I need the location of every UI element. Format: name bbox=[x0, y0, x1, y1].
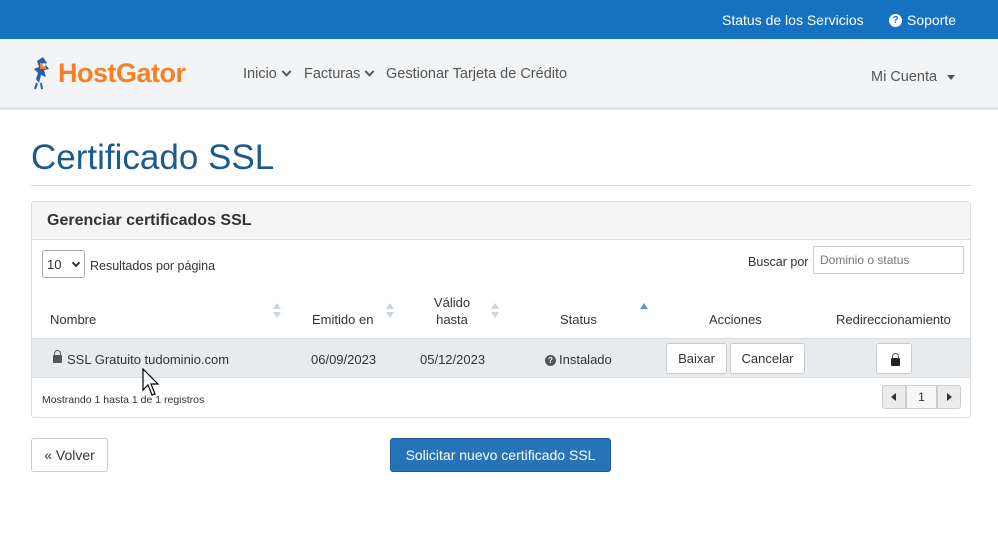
support-label: Soporte bbox=[907, 12, 957, 28]
download-button[interactable]: Baixar bbox=[666, 343, 727, 374]
support-link[interactable]: ? Soporte bbox=[889, 12, 956, 28]
sort-icon[interactable] bbox=[491, 303, 499, 319]
column-header-status[interactable]: Status bbox=[560, 312, 597, 327]
cancel-button[interactable]: Cancelar bbox=[730, 343, 805, 374]
page-title: Certificado SSL bbox=[31, 138, 275, 177]
nav-facturas-label: Facturas bbox=[304, 66, 361, 82]
caret-right-icon bbox=[947, 393, 952, 401]
main-navbar: HostGator Inicio Facturas Gestionar Tarj… bbox=[0, 39, 998, 110]
sort-ascending-icon[interactable] bbox=[640, 303, 648, 309]
column-header-nombre[interactable]: Nombre bbox=[50, 312, 96, 327]
account-menu[interactable]: Mi Cuenta bbox=[871, 69, 956, 85]
ssl-panel: Gerenciar certificados SSL 10 Resultados… bbox=[31, 201, 971, 418]
mouse-cursor-icon bbox=[142, 368, 160, 396]
caret-left-icon bbox=[891, 393, 896, 401]
page-length-value: 10 bbox=[47, 257, 62, 272]
pagination-next[interactable] bbox=[937, 385, 961, 409]
table-info: Mostrando 1 hasta 1 de 1 registros bbox=[42, 394, 205, 406]
title-divider bbox=[31, 185, 971, 186]
table-row: SSL Gratuito tudominio.com 06/09/2023 05… bbox=[32, 338, 970, 378]
nav-gestionar-tarjeta[interactable]: Gestionar Tarjeta de Crédito bbox=[386, 66, 567, 82]
nav-tarjeta-label: Gestionar Tarjeta de Crédito bbox=[386, 66, 568, 82]
gator-mascot-icon bbox=[34, 57, 49, 90]
column-header-acciones: Acciones bbox=[709, 312, 762, 327]
pagination-prev[interactable] bbox=[882, 385, 906, 409]
column-header-emitido[interactable]: Emitido en bbox=[312, 312, 373, 327]
column-header-valido-line2: hasta bbox=[436, 312, 468, 327]
column-header-redireccionamiento: Redireccionamiento bbox=[836, 312, 951, 327]
redirect-lock-button[interactable] bbox=[876, 343, 912, 374]
page-length-select[interactable]: 10 bbox=[42, 250, 85, 278]
search-label: Buscar por bbox=[748, 255, 809, 269]
service-status-link[interactable]: Status de los Servicios bbox=[722, 12, 864, 28]
search-input[interactable] bbox=[813, 246, 964, 274]
logo-text: HostGator bbox=[58, 57, 186, 88]
cell-nombre: SSL Gratuito tudominio.com bbox=[67, 352, 230, 367]
hostgator-logo[interactable]: HostGator bbox=[32, 55, 186, 91]
top-utility-bar: Status de los Servicios ? Soporte bbox=[0, 0, 998, 39]
page-length-label: Resultados por página bbox=[90, 259, 216, 273]
back-button[interactable]: « Volver bbox=[31, 438, 108, 472]
chevron-down-icon bbox=[71, 258, 81, 268]
sort-icon[interactable] bbox=[273, 303, 281, 319]
cell-status: ? Instalado bbox=[545, 352, 612, 367]
cell-valido: 05/12/2023 bbox=[420, 352, 486, 367]
cell-emitido: 06/09/2023 bbox=[311, 352, 377, 367]
nav-inicio[interactable]: Inicio bbox=[243, 66, 292, 82]
lock-icon bbox=[891, 353, 900, 366]
nav-facturas[interactable]: Facturas bbox=[304, 66, 375, 82]
caret-down-icon bbox=[947, 74, 956, 80]
column-header-valido-line1: Válido bbox=[433, 295, 471, 310]
sort-icon[interactable] bbox=[386, 303, 394, 319]
question-circle-icon[interactable]: ? bbox=[545, 355, 556, 366]
column-header-valido[interactable]: Válido hasta bbox=[432, 294, 472, 328]
pagination-page[interactable]: 1 bbox=[906, 385, 937, 409]
nav-inicio-label: Inicio bbox=[243, 66, 277, 82]
chevron-down-icon bbox=[364, 66, 375, 77]
chevron-down-icon bbox=[281, 66, 292, 77]
status-text: Instalado bbox=[559, 352, 612, 367]
question-circle-icon: ? bbox=[889, 13, 902, 27]
panel-heading: Gerenciar certificados SSL bbox=[32, 202, 970, 240]
account-label: Mi Cuenta bbox=[871, 69, 938, 85]
request-new-ssl-button[interactable]: Solicitar nuevo certificado SSL bbox=[390, 438, 611, 472]
lock-icon bbox=[53, 350, 62, 363]
